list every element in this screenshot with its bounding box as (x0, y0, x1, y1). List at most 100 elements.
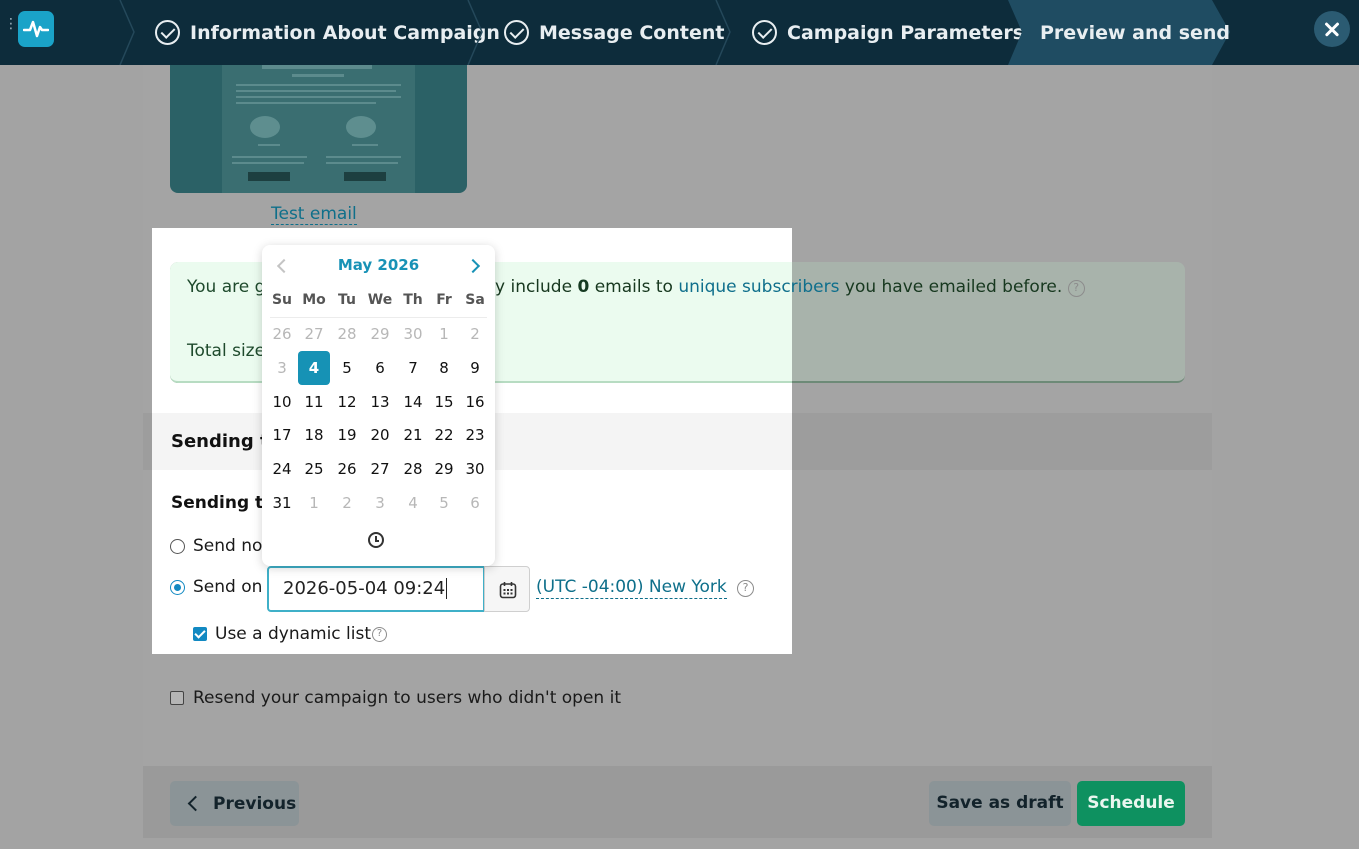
step-divider (119, 0, 135, 65)
calendar-day[interactable]: 16 (459, 386, 491, 418)
calendar-day[interactable]: 22 (428, 419, 460, 451)
calendar-day[interactable]: 30 (459, 453, 491, 485)
step-message-content[interactable]: Message Content (504, 0, 724, 65)
send-now-radio[interactable] (170, 539, 185, 554)
comb-image-icon (346, 116, 376, 138)
calendar-icon (499, 582, 517, 599)
weekday-header: Sa (465, 292, 485, 308)
calendar-day[interactable]: 18 (298, 419, 330, 451)
datetime-value: 2026-05-04 09:24 (283, 578, 446, 599)
step-label: Message Content (539, 21, 725, 44)
calendar-day[interactable]: 20 (364, 419, 396, 451)
send-on-radio[interactable] (170, 580, 185, 595)
save-as-draft-button[interactable]: Save as draft (929, 781, 1071, 826)
calendar-day[interactable]: 8 (428, 352, 460, 384)
step-information-about-campaign[interactable]: Information About Campaign (155, 0, 500, 65)
send-now-label[interactable]: Send no (193, 536, 262, 556)
calendar-day[interactable]: 21 (397, 419, 429, 451)
previous-label: Previous (213, 793, 297, 814)
dynamic-list-checkbox[interactable] (193, 627, 207, 641)
calendar-day[interactable]: 3 (266, 352, 298, 384)
calendar-day[interactable]: 19 (331, 419, 363, 451)
weekday-header: Fr (436, 292, 452, 308)
check-circle-icon (752, 20, 777, 45)
section-title: Sending t (171, 431, 269, 452)
calendar-day[interactable]: 29 (428, 453, 460, 485)
chevron-left-icon (187, 795, 204, 812)
weekday-header: Th (403, 292, 423, 308)
weekday-header: Mo (302, 292, 326, 308)
calendar-day[interactable]: 9 (459, 352, 491, 384)
calendar-day[interactable]: 2 (459, 318, 491, 350)
calendar-button[interactable] (484, 566, 530, 612)
calendar-day[interactable]: 17 (266, 419, 298, 451)
email-preview-body (222, 60, 415, 193)
date-picker-popup: May 2026 Su Mo Tu We Th Fr Sa 26 27 28 29 30 1 2 3 4 5 6 7… (262, 245, 495, 566)
calendar-day[interactable]: 7 (397, 352, 429, 384)
weekday-header: Su (271, 292, 293, 308)
step-divider (467, 0, 483, 65)
clock-icon[interactable] (368, 532, 384, 548)
calendar-day[interactable]: 30 (397, 318, 429, 350)
calendar-day[interactable]: 6 (364, 352, 396, 384)
info-text-start: You are g (187, 277, 266, 297)
calendar-day[interactable]: 1 (428, 318, 460, 350)
month-title[interactable]: May 2026 (262, 256, 495, 274)
calendar-day[interactable]: 14 (397, 386, 429, 418)
calendar-day[interactable]: 28 (397, 453, 429, 485)
calendar-day[interactable]: 24 (266, 453, 298, 485)
step-label: Campaign Parameters (787, 21, 1024, 44)
calendar-day[interactable]: 5 (331, 352, 363, 384)
info-text-mid: y include (495, 277, 578, 297)
step-divider (715, 0, 731, 65)
calendar-day[interactable]: 1 (298, 487, 330, 519)
calendar-day[interactable]: 29 (364, 318, 396, 350)
calendar-day[interactable]: 11 (298, 386, 330, 418)
step-campaign-parameters[interactable]: Campaign Parameters (752, 0, 1024, 65)
dynamic-list-help-icon[interactable]: ? (372, 627, 387, 642)
calendar-day[interactable]: 6 (459, 487, 491, 519)
timezone-link[interactable]: (UTC -04:00) New York (536, 577, 727, 599)
step-preview-and-send[interactable]: Preview and send (1040, 0, 1230, 65)
calendar-day[interactable]: 25 (298, 453, 330, 485)
unique-subscribers-link[interactable]: unique subscribers (678, 277, 839, 297)
wizard-bar: ⋮ Information About Campaign Message Con… (0, 0, 1359, 65)
close-icon[interactable] (1314, 11, 1350, 47)
calendar-day[interactable]: 27 (364, 453, 396, 485)
send-datetime-input[interactable]: 2026-05-04 09:24 (267, 566, 485, 612)
calendar-day[interactable]: 3 (364, 487, 396, 519)
calendar-day[interactable]: 10 (266, 386, 298, 418)
calendar-day[interactable]: 5 (428, 487, 460, 519)
calendar-day[interactable]: 4 (298, 350, 330, 385)
calendar-day[interactable]: 15 (428, 386, 460, 418)
calendar-day[interactable]: 27 (298, 318, 330, 350)
calendar-day[interactable]: 4 (397, 487, 429, 519)
previous-button[interactable]: Previous (170, 781, 299, 826)
resend-checkbox[interactable] (170, 691, 184, 705)
email-count: 0 (577, 277, 590, 297)
vertical-dots-icon[interactable]: ⋮ (4, 17, 18, 31)
info-text-after: emails to (589, 277, 679, 297)
calendar-day[interactable]: 12 (331, 386, 363, 418)
schedule-button[interactable]: Schedule (1077, 781, 1185, 826)
calendar-day[interactable]: 31 (266, 487, 298, 519)
email-preview-thumbnail[interactable] (170, 60, 467, 193)
calendar-day[interactable]: 2 (331, 487, 363, 519)
step-label: Information About Campaign (190, 21, 500, 44)
resend-label[interactable]: Resend your campaign to users who didn't… (193, 688, 621, 708)
weekday-header: Tu (338, 292, 356, 308)
step-label: Preview and send (1040, 21, 1231, 44)
calendar-day[interactable]: 26 (266, 318, 298, 350)
calendar-day[interactable]: 13 (364, 386, 396, 418)
send-on-label[interactable]: Send on (193, 577, 262, 597)
test-email-link[interactable]: Test email (271, 204, 357, 225)
total-size-text: Total size (187, 341, 266, 361)
dynamic-list-label[interactable]: Use a dynamic list (215, 624, 371, 644)
calendar-day[interactable]: 23 (459, 419, 491, 451)
pulse-logo-icon[interactable] (18, 11, 54, 47)
calendar-day[interactable]: 28 (331, 318, 363, 350)
calendar-day[interactable]: 26 (331, 453, 363, 485)
info-text-line1: y include 0 emails to unique subscribers… (495, 277, 1085, 297)
help-icon[interactable]: ? (1067, 280, 1085, 297)
timezone-help-icon[interactable]: ? (737, 580, 754, 597)
